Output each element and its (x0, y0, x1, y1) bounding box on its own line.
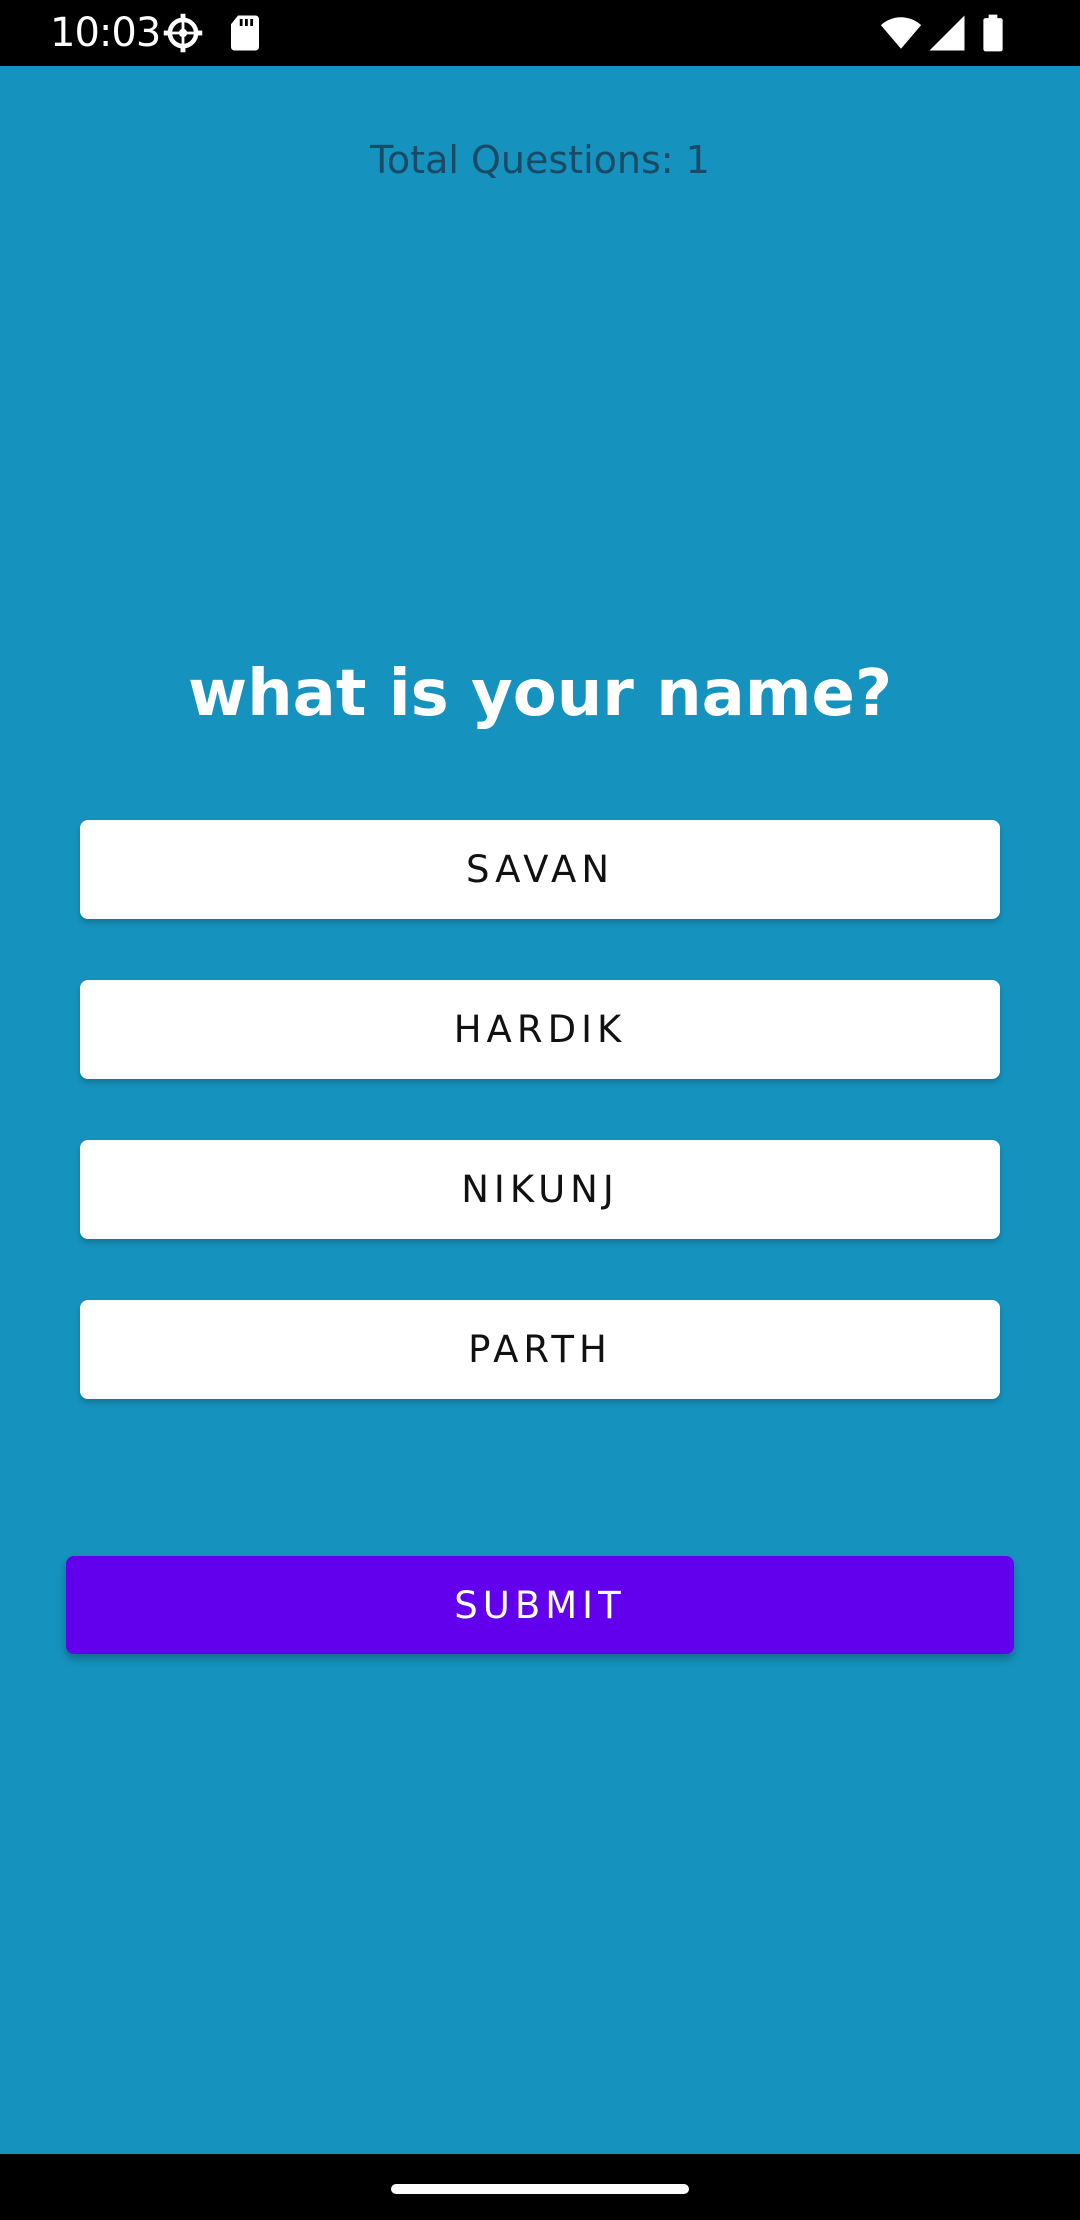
home-gesture-handle[interactable] (391, 2184, 689, 2194)
sd-card-icon (224, 12, 266, 54)
question-title: what is your name? (187, 657, 893, 731)
settings-gear-icon (162, 12, 204, 54)
option-button-parth[interactable]: PARTH (80, 1300, 1000, 1399)
option-label: PARTH (468, 1328, 612, 1371)
option-button-savan[interactable]: SAVAN (80, 820, 1000, 919)
option-label: NIKUNJ (461, 1168, 619, 1211)
status-time: 10:03 (50, 10, 161, 56)
total-questions-label: Total Questions: 1 (370, 138, 710, 182)
navigation-bar (0, 2154, 1080, 2220)
option-button-hardik[interactable]: HARDIK (80, 980, 1000, 1079)
submit-label: SUBMIT (454, 1583, 626, 1627)
battery-icon (972, 12, 1014, 54)
quiz-screen: 10:03 Total Questions: 1 what is your na… (0, 0, 1080, 2220)
option-button-nikunj[interactable]: NIKUNJ (80, 1140, 1000, 1239)
status-bar: 10:03 (0, 0, 1080, 66)
option-label: SAVAN (465, 848, 615, 891)
cell-signal-icon (926, 12, 968, 54)
submit-button[interactable]: SUBMIT (66, 1556, 1014, 1654)
wifi-icon (880, 12, 922, 54)
option-label: HARDIK (453, 1008, 627, 1051)
